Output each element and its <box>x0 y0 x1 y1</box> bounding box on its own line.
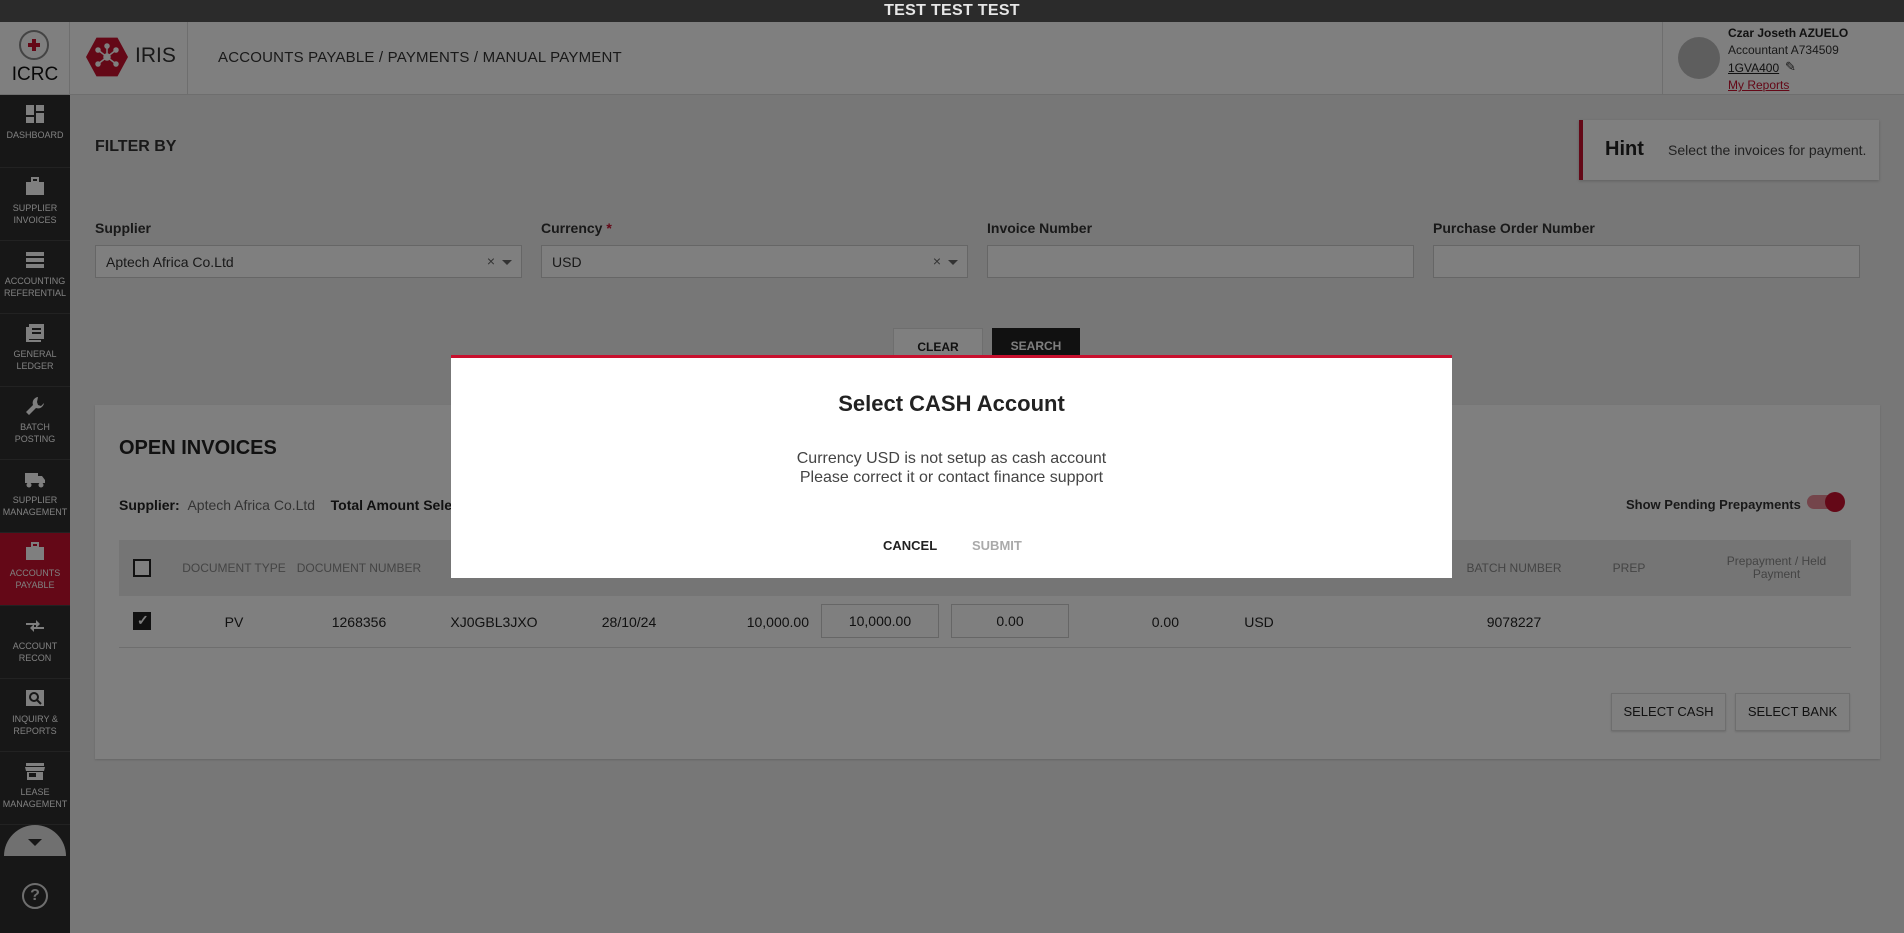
environment-banner: TEST TEST TEST <box>0 0 1904 22</box>
select-cash-account-dialog: Select CASH Account Currency USD is not … <box>451 355 1452 578</box>
cancel-button[interactable]: CANCEL <box>883 538 937 553</box>
dialog-message-line2: Please correct it or contact finance sup… <box>799 469 1104 486</box>
dialog-message: Currency USD is not setup as cash accoun… <box>451 449 1452 487</box>
submit-button[interactable]: SUBMIT <box>972 538 1022 553</box>
dialog-message-line1: Currency USD is not setup as cash accoun… <box>796 450 1107 467</box>
dialog-title: Select CASH Account <box>838 391 1065 416</box>
